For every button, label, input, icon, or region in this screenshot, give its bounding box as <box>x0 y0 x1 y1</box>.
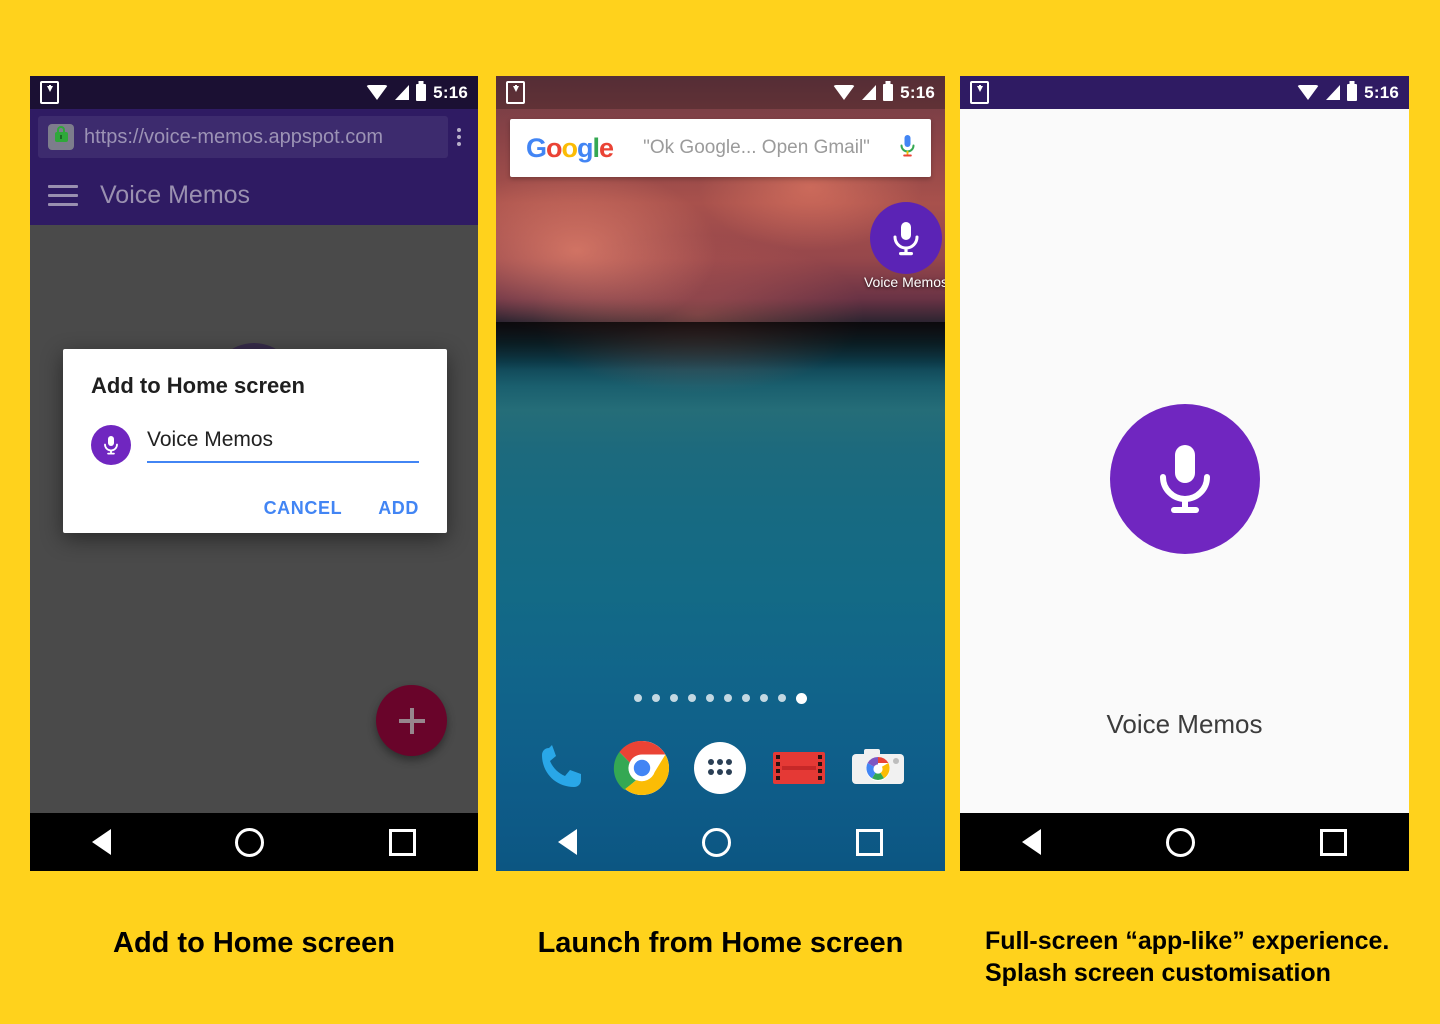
system-navigation-bar <box>960 813 1409 871</box>
microphone-icon <box>1109 404 1260 554</box>
page-dot[interactable] <box>742 694 750 702</box>
add-to-home-screen-dialog: Add to Home screen CANCEL ADD <box>63 349 447 533</box>
system-navigation-bar <box>496 813 945 871</box>
page-dot[interactable] <box>688 694 696 702</box>
back-icon[interactable] <box>1022 829 1042 855</box>
url-field[interactable]: https://voice-memos.appspot.com <box>38 116 448 158</box>
shortcut-name-field-wrap <box>147 427 419 463</box>
google-logo: Google <box>526 132 614 163</box>
caption-panel-3: Full-screen “app-like” experience. Splas… <box>985 925 1425 989</box>
battery-icon <box>416 84 427 101</box>
dock <box>496 729 945 807</box>
lock-icon <box>48 124 74 150</box>
signal-icon <box>1326 85 1341 100</box>
search-hint-text: "Ok Google... Open Gmail" <box>643 137 870 158</box>
dialog-title: Add to Home screen <box>91 373 305 398</box>
wifi-icon <box>1297 85 1320 100</box>
splash-screen: Voice Memos <box>960 109 1409 813</box>
page-dot[interactable] <box>670 694 678 702</box>
status-bar-right: 5:16 <box>366 83 468 103</box>
cancel-button[interactable]: CANCEL <box>264 498 343 519</box>
dialog-body <box>91 425 419 465</box>
phone-screenshot-splash: 5:16 Voice Memos <box>960 76 1409 871</box>
status-bar: 5:16 <box>960 76 1409 109</box>
page-title: Voice Memos <box>100 180 251 209</box>
microphone-icon <box>91 425 131 465</box>
status-bar: 5:16 <box>496 76 945 109</box>
system-navigation-bar <box>30 813 478 871</box>
signal-icon <box>862 85 877 100</box>
recents-icon[interactable] <box>388 828 416 856</box>
page-dot[interactable] <box>652 694 660 702</box>
home-icon[interactable] <box>701 827 731 857</box>
page-dot[interactable] <box>778 694 786 702</box>
caption-panel-3-line-2: Splash screen customisation <box>985 959 1331 987</box>
add-button[interactable]: ADD <box>378 498 419 519</box>
battery-icon <box>1347 84 1358 101</box>
status-bar-clock: 5:16 <box>900 82 935 102</box>
play-movies-icon[interactable] <box>769 738 829 798</box>
signal-icon <box>395 85 410 100</box>
app-drawer-icon[interactable] <box>690 738 750 798</box>
google-search-widget[interactable]: Google "Ok Google... Open Gmail" <box>510 119 931 177</box>
page-indicator <box>496 692 945 704</box>
caption-panel-3-line-1: Full-screen “app-like” experience. <box>985 927 1390 955</box>
recents-icon[interactable] <box>855 828 883 856</box>
microphone-icon[interactable] <box>900 134 915 162</box>
wifi-icon <box>366 85 389 100</box>
chrome-icon[interactable] <box>612 738 672 798</box>
hamburger-icon[interactable] <box>48 184 78 206</box>
page-dot[interactable] <box>706 694 714 702</box>
phone-screenshot-add-to-home: 5:16 https://voice-memos.appspot.com Voi… <box>30 76 478 871</box>
status-bar-clock: 5:16 <box>433 82 468 102</box>
wifi-icon <box>833 85 856 100</box>
page-dot[interactable] <box>634 694 642 702</box>
slide-canvas: 5:16 https://voice-memos.appspot.com Voi… <box>0 0 1440 1024</box>
page-dot-active[interactable] <box>796 692 807 704</box>
page-dot[interactable] <box>760 694 768 702</box>
browser-url-bar: https://voice-memos.appspot.com <box>30 109 478 165</box>
back-icon[interactable] <box>92 829 112 855</box>
status-bar-clock: 5:16 <box>1364 82 1399 102</box>
caption-panel-1: Add to Home screen <box>113 927 395 959</box>
home-screen-shortcut-voice-memos[interactable]: Voice Memos <box>846 202 945 292</box>
phone-screenshot-home-screen: 5:16 Google "Ok Google... Open Gmail" Vo… <box>496 76 945 871</box>
microphone-icon <box>870 202 942 274</box>
shortcut-name-input[interactable] <box>147 427 419 452</box>
url-text: https://voice-memos.appspot.com <box>84 125 384 148</box>
caption-panel-2: Launch from Home screen <box>537 927 904 959</box>
shortcut-label: Voice Memos <box>863 274 945 290</box>
phone-icon[interactable] <box>533 738 593 798</box>
status-bar: 5:16 <box>30 76 478 109</box>
download-icon <box>40 81 59 104</box>
page-dot[interactable] <box>724 694 732 702</box>
download-icon <box>506 81 525 104</box>
status-bar-right: 5:16 <box>1297 83 1399 103</box>
home-icon[interactable] <box>1165 827 1195 857</box>
home-icon[interactable] <box>235 827 265 857</box>
download-icon <box>970 81 989 104</box>
splash-app-name: Voice Memos <box>1106 709 1263 739</box>
back-icon[interactable] <box>558 829 578 855</box>
dialog-actions: CANCEL ADD <box>91 498 419 519</box>
battery-icon <box>883 84 894 101</box>
status-bar-right: 5:16 <box>833 83 935 103</box>
recents-icon[interactable] <box>1319 828 1347 856</box>
kebab-menu-icon[interactable] <box>448 128 470 146</box>
camera-icon[interactable] <box>848 738 908 798</box>
app-toolbar: Voice Memos <box>30 165 478 225</box>
